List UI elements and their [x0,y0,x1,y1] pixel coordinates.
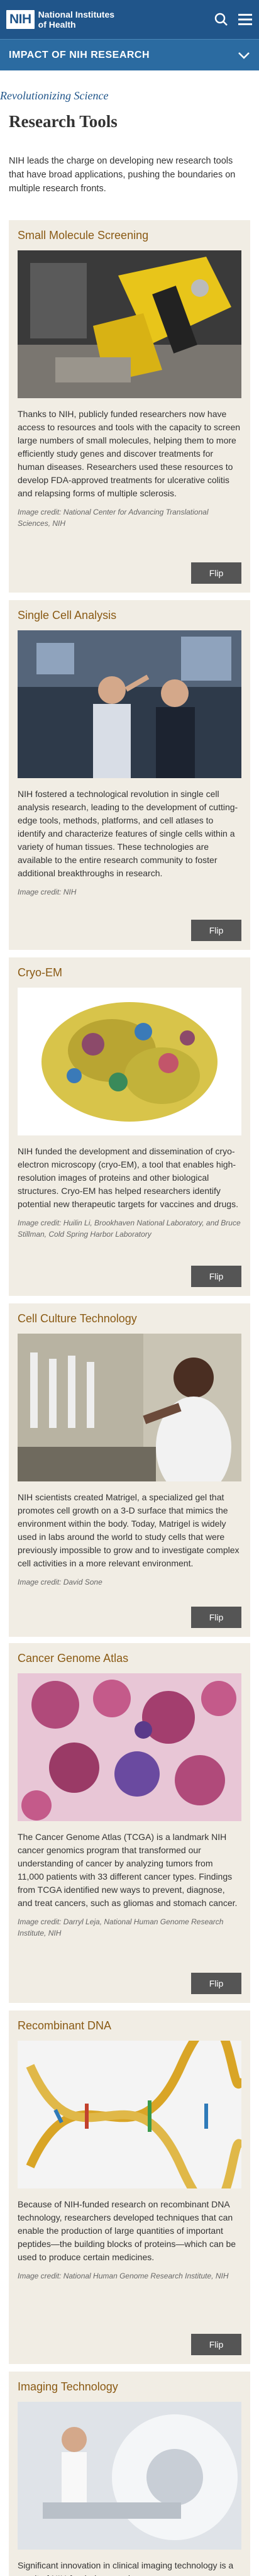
card-credit: Image credit: David Sone [18,1578,102,1586]
card-single-cell-analysis: Single Cell Analysis NIH fostered a tech… [9,600,250,950]
card-title: Cancer Genome Atlas [18,1652,129,1664]
section-nav-title: IMPACT OF NIH RESEARCH [9,49,150,60]
card-credit: Image credit: Darryl Leja, National Huma… [18,1917,224,1938]
card-title: Recombinant DNA [18,2019,112,2032]
card-image [18,1673,241,1824]
card-credit: Image credit: NIH [18,888,77,896]
card-image [18,1334,241,1485]
card-title: Cryo-EM [18,966,62,979]
page-title: Research Tools [9,112,118,131]
card-image [18,2402,241,2553]
flip-button[interactable]: Flip [191,1973,241,1994]
chevron-down-icon [238,52,250,59]
flip-button[interactable]: Flip [191,1266,241,1287]
card-credit: Image credit: Huilin Li, Brookhaven Nati… [18,1218,241,1239]
card-text: Thanks to NIH, publicly funded researche… [18,409,241,498]
card-text: The Cancer Genome Atlas (TCGA) is a land… [18,1832,238,1908]
card-title: Small Molecule Screening [18,229,149,242]
card-cryo-em: Cryo-EM NIH funded the development and d… [9,957,250,1296]
card-title: Imaging Technology [18,2380,118,2393]
card-image [18,988,241,1139]
page-intro: NIH leads the charge on developing new r… [9,156,236,194]
card-title: Single Cell Analysis [18,609,117,622]
logo-mark: NIH [6,10,35,29]
card-text: NIH fostered a technological revolution … [18,789,238,878]
card-image [18,2041,241,2192]
card-cell-culture-technology: Cell Culture Technology NIH scientists c… [9,1303,250,1637]
card-image [18,630,241,781]
card-title: Cell Culture Technology [18,1312,137,1325]
card-imaging-technology: Imaging Technology Significant innovatio… [9,2372,250,2576]
card-credit: Image credit: National Center for Advanc… [18,508,209,528]
card-small-molecule-screening: Small Molecule Screening Thanks to NIH, … [9,220,250,593]
card-text: NIH funded the development and dissemina… [18,1146,238,1209]
flip-button[interactable]: Flip [191,920,241,941]
menu-icon[interactable] [238,13,253,26]
flip-button[interactable]: Flip [191,2334,241,2355]
card-text: Significant innovation in clinical imagi… [18,2560,234,2576]
logo-text: National Institutes of Health [38,9,114,30]
section-nav-toggle[interactable]: IMPACT OF NIH RESEARCH [0,39,259,70]
card-image [18,250,241,401]
card-recombinant-dna: Recombinant DNA Because of NIH-funded re… [9,2010,250,2364]
page-kicker: Revolutionizing Science [0,89,109,102]
flip-button[interactable]: Flip [191,562,241,584]
card-cancer-genome-atlas: Cancer Genome Atlas The Cancer Genome At… [9,1643,250,2003]
card-text: NIH scientists created Matrigel, a speci… [18,1492,240,1568]
search-icon[interactable] [214,12,229,27]
nih-logo[interactable]: NIH National Institutes of Health [6,9,114,30]
flip-button[interactable]: Flip [191,1607,241,1628]
card-text: Because of NIH-funded research on recomb… [18,2199,236,2262]
card-credit: Image credit: National Human Genome Rese… [18,2272,229,2280]
logo-text-line1: National Institutes [38,9,115,20]
logo-text-line2: of Health [38,20,76,30]
top-header: NIH National Institutes of Health [0,0,259,39]
